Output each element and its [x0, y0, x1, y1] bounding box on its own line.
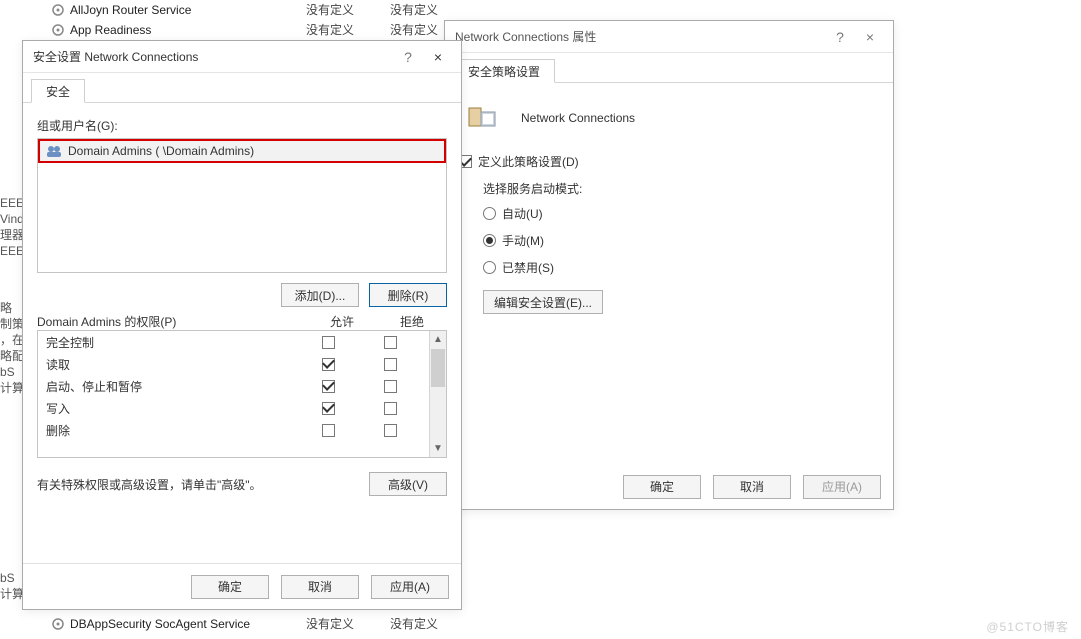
add-button[interactable]: 添加(D)...: [281, 283, 359, 307]
radio-manual[interactable]: 手动(M): [483, 232, 879, 249]
service-name-label: Network Connections: [521, 111, 635, 125]
permission-row: 读取: [38, 353, 429, 375]
server-icon: [465, 103, 501, 133]
help-button[interactable]: ?: [825, 29, 855, 45]
deny-checkbox[interactable]: [384, 424, 397, 437]
service-col1: 没有定义: [306, 615, 390, 633]
radio-label: 自动(U): [502, 205, 543, 222]
radio-checked-icon: [483, 234, 496, 247]
service-col2: 没有定义: [390, 615, 474, 633]
edit-security-button[interactable]: 编辑安全设置(E)...: [483, 290, 603, 314]
close-button[interactable]: ×: [855, 29, 885, 45]
gear-icon: [50, 22, 66, 38]
dialog-title: 安全设置 Network Connections: [33, 48, 393, 65]
advanced-hint: 有关特殊权限或高级设置，请单击"高级"。: [37, 476, 369, 493]
permission-row: 启动、停止和暂停: [38, 375, 429, 397]
allow-checkbox[interactable]: [322, 336, 335, 349]
radio-disabled[interactable]: 已禁用(S): [483, 259, 879, 276]
cancel-button[interactable]: 取消: [713, 475, 791, 499]
radio-icon: [483, 207, 496, 220]
define-policy-checkbox[interactable]: 定义此策略设置(D): [459, 153, 879, 170]
titlebar[interactable]: Network Connections 属性 ? ×: [445, 21, 893, 53]
scroll-up-icon[interactable]: ▲: [430, 331, 446, 348]
group-or-user-label: 组或用户名(G):: [37, 117, 447, 134]
properties-dialog: Network Connections 属性 ? × 安全策略设置 Networ…: [444, 20, 894, 510]
scroll-down-icon[interactable]: ▼: [430, 440, 446, 457]
allow-checkbox[interactable]: [322, 358, 335, 371]
highlight-annotation: Domain Admins ( \Domain Admins): [38, 139, 446, 163]
permission-row: 完全控制: [38, 331, 429, 353]
close-button[interactable]: ×: [423, 49, 453, 65]
titlebar[interactable]: 安全设置 Network Connections ? ×: [23, 41, 461, 73]
permission-label: 读取: [46, 356, 297, 373]
radio-label: 已禁用(S): [502, 259, 554, 276]
scrollbar[interactable]: ▲ ▼: [429, 331, 446, 457]
deny-header: 拒绝: [377, 313, 447, 330]
group-icon: [46, 144, 62, 158]
allow-checkbox[interactable]: [322, 380, 335, 393]
tab-security[interactable]: 安全: [31, 79, 85, 103]
permission-label: 启动、停止和暂停: [46, 378, 297, 395]
deny-checkbox[interactable]: [384, 380, 397, 393]
permission-row: 写入: [38, 397, 429, 419]
services-list-bottom: DBAppSecurity SocAgent Service 没有定义 没有定义: [50, 614, 1081, 634]
deny-checkbox[interactable]: [384, 358, 397, 371]
gear-icon: [50, 616, 66, 632]
radio-auto[interactable]: 自动(U): [483, 205, 879, 222]
ok-button[interactable]: 确定: [191, 575, 269, 599]
group-name: Domain Admins ( \Domain Admins): [68, 144, 254, 158]
radio-label: 手动(M): [502, 232, 544, 249]
define-policy-label: 定义此策略设置(D): [478, 153, 579, 170]
service-name: App Readiness: [70, 21, 306, 39]
group-listbox[interactable]: Domain Admins ( \Domain Admins): [37, 138, 447, 273]
permissions-list: 完全控制读取启动、停止和暂停写入删除 ▲ ▼: [37, 330, 447, 458]
service-row[interactable]: AllJoyn Router Service 没有定义 没有定义: [50, 0, 1081, 20]
advanced-button[interactable]: 高级(V): [369, 472, 447, 496]
permission-label: 完全控制: [46, 334, 297, 351]
permission-label: 写入: [46, 400, 297, 417]
help-button[interactable]: ?: [393, 49, 423, 65]
scroll-thumb[interactable]: [431, 349, 445, 387]
startup-mode-label: 选择服务启动模式:: [483, 180, 879, 197]
permissions-label: Domain Admins 的权限(P): [37, 313, 307, 330]
allow-header: 允许: [307, 313, 377, 330]
apply-button[interactable]: 应用(A): [371, 575, 449, 599]
apply-button[interactable]: 应用(A): [803, 475, 881, 499]
radio-icon: [483, 261, 496, 274]
service-name: DBAppSecurity SocAgent Service: [70, 615, 306, 633]
allow-checkbox[interactable]: [322, 424, 335, 437]
tab-security-policy[interactable]: 安全策略设置: [453, 59, 555, 83]
deny-checkbox[interactable]: [384, 402, 397, 415]
cancel-button[interactable]: 取消: [281, 575, 359, 599]
deny-checkbox[interactable]: [384, 336, 397, 349]
permission-row: 删除: [38, 419, 429, 441]
service-col1: 没有定义: [306, 21, 390, 39]
watermark: @51CTO博客: [986, 618, 1069, 635]
service-col2: 没有定义: [390, 1, 474, 19]
service-name: AllJoyn Router Service: [70, 1, 306, 19]
group-list-item[interactable]: Domain Admins ( \Domain Admins): [40, 141, 444, 161]
security-settings-dialog: 安全设置 Network Connections ? × 安全 组或用户名(G)…: [22, 40, 462, 610]
ok-button[interactable]: 确定: [623, 475, 701, 499]
permission-label: 删除: [46, 422, 297, 439]
service-col1: 没有定义: [306, 1, 390, 19]
dialog-title: Network Connections 属性: [455, 28, 825, 45]
service-row[interactable]: DBAppSecurity SocAgent Service 没有定义 没有定义: [50, 614, 1081, 634]
gear-icon: [50, 2, 66, 18]
remove-button[interactable]: 删除(R): [369, 283, 447, 307]
allow-checkbox[interactable]: [322, 402, 335, 415]
